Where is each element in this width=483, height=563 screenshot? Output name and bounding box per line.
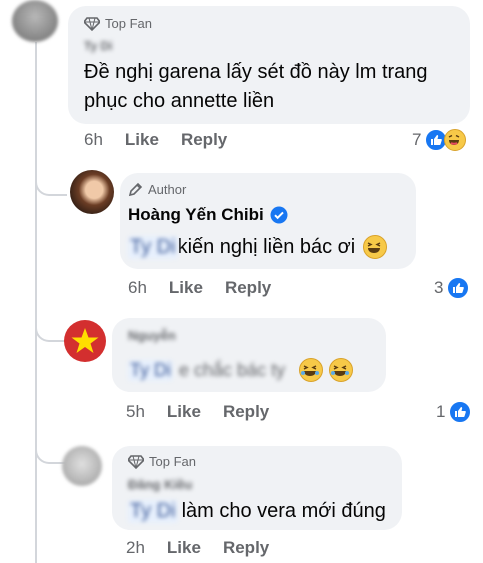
top-fan-badge: Top Fan <box>84 16 152 31</box>
mention-tag[interactable]: Ty Di <box>128 235 178 259</box>
badge-label: Top Fan <box>105 16 152 31</box>
top-fan-badge: Top Fan <box>128 454 196 469</box>
comment-text-body: kiến nghị liền bác ơi <box>177 235 356 258</box>
laughing-emoji-icon <box>363 235 388 259</box>
laughing-emoji-icon <box>299 358 324 382</box>
comment-text: Đề nghị garena lấy sét đồ này lm trang p… <box>84 61 428 112</box>
comment-text: Ty Di làm cho vera mới đúng <box>128 500 386 523</box>
star-icon <box>71 328 99 353</box>
like-button[interactable]: Like <box>167 402 201 422</box>
comment-time[interactable]: 6h <box>84 130 103 150</box>
comment-text: Ty Di kiến nghị liền bác ơi <box>128 235 388 259</box>
thread-connector <box>35 150 67 196</box>
like-thumb-icon <box>448 400 473 424</box>
like-thumb-icon <box>446 276 471 300</box>
comment-bubble: Author Hoàng Yến Chibi Ty Di kiến nghị l… <box>120 173 416 269</box>
author-badge: Author <box>128 182 186 197</box>
like-button[interactable]: Like <box>169 278 203 298</box>
laughing-emoji-icon <box>444 129 467 151</box>
pencil-icon <box>128 182 143 197</box>
avatar[interactable] <box>64 320 106 362</box>
reply-button[interactable]: Reply <box>225 278 271 298</box>
like-button[interactable]: Like <box>167 538 201 558</box>
reaction-summary[interactable]: 1 <box>436 400 473 424</box>
reaction-count: 3 <box>434 278 444 297</box>
reply-button[interactable]: Reply <box>223 538 269 558</box>
reaction-summary[interactable]: 7 <box>412 128 467 152</box>
diamond-icon <box>128 454 144 469</box>
comment-text: Ty Di e chắc bác ty <box>128 358 354 382</box>
comment-author[interactable]: Ty Di <box>84 39 112 53</box>
thread-connector <box>35 290 67 342</box>
reply-button[interactable]: Reply <box>223 402 269 422</box>
comment-time[interactable]: 5h <box>126 402 145 422</box>
comment-actions: 2h Like Reply <box>126 538 269 558</box>
laughing-emoji-icon <box>329 358 354 382</box>
reaction-count: 1 <box>436 402 446 421</box>
comment-actions: 6h Like Reply <box>84 130 227 150</box>
comment-time[interactable]: 6h <box>128 278 147 298</box>
avatar[interactable] <box>62 446 102 486</box>
comment-bubble: Top Fan Đăng Kiều Ty Di làm cho vera mới… <box>112 446 402 530</box>
reaction-summary[interactable]: 3 <box>434 276 471 300</box>
comment-bubble: Top Fan Ty Di Đề nghị garena lấy sét đồ … <box>68 6 470 124</box>
like-button[interactable]: Like <box>125 130 159 150</box>
thread-connector <box>35 420 67 464</box>
comment-text-body: làm cho vera mới đúng <box>181 500 386 522</box>
comment-actions: 6h Like Reply <box>128 278 271 298</box>
reply-button[interactable]: Reply <box>181 130 227 150</box>
comment-text-body: e chắc bác ty <box>179 359 286 380</box>
avatar[interactable] <box>12 0 58 42</box>
badge-label: Top Fan <box>149 454 196 469</box>
mention-tag[interactable]: Ty Di <box>128 500 178 523</box>
comment-actions: 5h Like Reply <box>126 402 269 422</box>
comment-bubble: Nguyễn Ty Di e chắc bác ty <box>112 318 386 392</box>
avatar[interactable] <box>70 170 114 214</box>
reaction-count: 7 <box>412 130 422 149</box>
comment-time[interactable]: 2h <box>126 538 145 558</box>
verified-badge-icon <box>270 206 288 224</box>
diamond-icon <box>84 16 100 31</box>
comment-author[interactable]: Nguyễn <box>128 328 176 343</box>
mention-tag[interactable]: Ty Di <box>128 359 174 381</box>
comment-author[interactable]: Đăng Kiều <box>128 477 192 492</box>
badge-label: Author <box>148 182 187 197</box>
comment-author[interactable]: Hoàng Yến Chibi <box>128 205 288 225</box>
author-name: Hoàng Yến Chibi <box>128 205 264 224</box>
